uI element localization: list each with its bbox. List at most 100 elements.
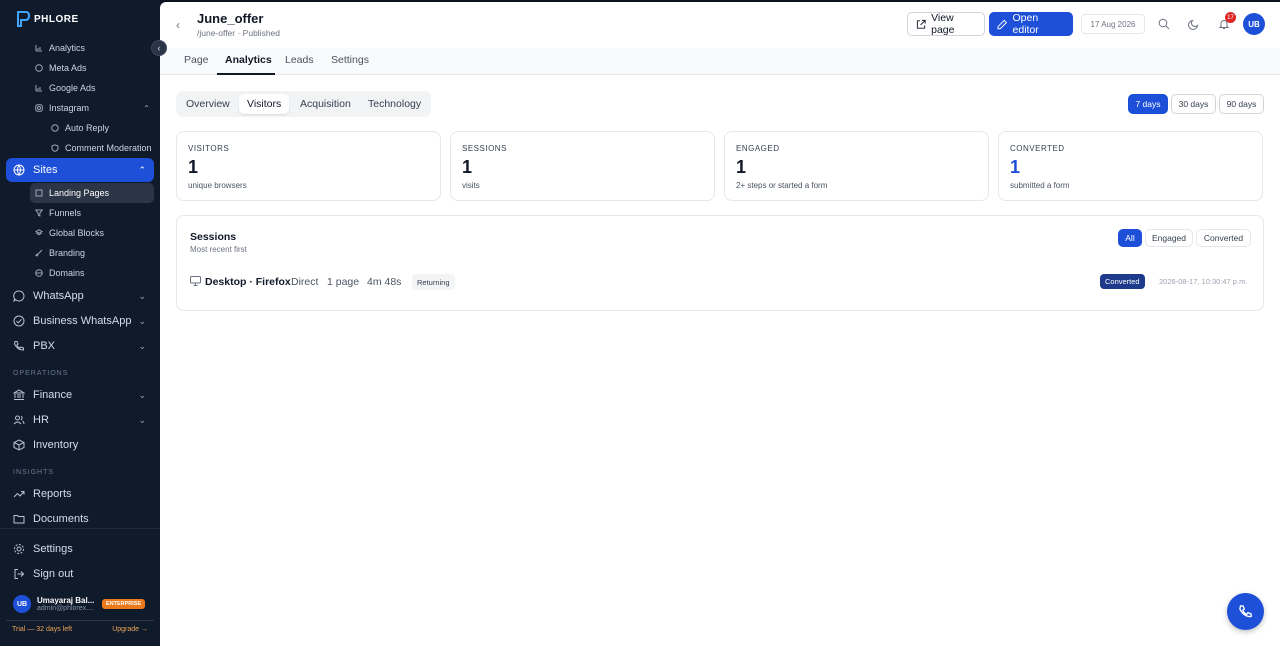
stat-card-converted: CONVERTED 1 submitted a form (998, 131, 1263, 201)
tab-settings[interactable]: Settings (331, 54, 369, 66)
sidebar: PHLORE ‹ Analytics Meta Ads Google Ads I… (0, 0, 167, 646)
sidebar-item-label: Branding (49, 248, 86, 258)
sidebar-item-sign-out[interactable]: Sign out (6, 562, 154, 586)
subtab-visitors[interactable]: Visitors (239, 94, 290, 114)
filter-converted-button[interactable]: Converted (1196, 229, 1251, 247)
stat-value: 1 (188, 157, 199, 177)
sidebar-item-label: Landing Pages (49, 188, 110, 198)
chevron-left-icon: ‹ (176, 18, 180, 32)
sidebar-item-business-whatsapp[interactable]: Business WhatsApp ⌄ (6, 309, 154, 333)
sidebar-item-label: Auto Reply (65, 123, 110, 133)
sessions-panel: Sessions Most recent first All Engaged C… (176, 215, 1264, 311)
subtab-technology[interactable]: Technology (360, 94, 429, 114)
range-30-days-button[interactable]: 30 days (1171, 94, 1216, 114)
sidebar-item-domains[interactable]: Domains (30, 263, 154, 283)
sidebar-item-label: Documents (33, 513, 89, 525)
chevron-down-icon: ⌄ (138, 340, 146, 351)
range-7-days-button[interactable]: 7 days (1128, 94, 1168, 114)
sidebar-item-whatsapp[interactable]: WhatsApp ⌄ (6, 284, 154, 308)
sidebar-item-settings[interactable]: Settings (6, 537, 154, 561)
page-title: June_offer (197, 11, 264, 26)
check-circle-icon (13, 315, 25, 327)
filter-all-button[interactable]: All (1118, 229, 1142, 247)
moon-icon[interactable] (1187, 17, 1201, 31)
sidebar-item-landing-pages[interactable]: Landing Pages (30, 183, 154, 203)
sidebar-item-label: Sign out (33, 568, 74, 580)
sidebar-item-reports[interactable]: Reports (6, 482, 154, 506)
sidebar-item-google-ads[interactable]: Google Ads (30, 78, 154, 98)
active-tab-indicator (217, 73, 275, 75)
sidebar-item-finance[interactable]: Finance ⌄ (6, 383, 154, 407)
instagram-icon (35, 104, 43, 112)
logo-text: PHLORE (34, 13, 79, 25)
brush-icon (35, 249, 43, 257)
sidebar-item-pbx[interactable]: PBX ⌄ (6, 334, 154, 358)
sidebar-item-comment-moderation[interactable]: Comment Moderation (46, 138, 154, 158)
tab-leads[interactable]: Leads (285, 54, 314, 66)
sidebar-item-funnels[interactable]: Funnels (30, 203, 154, 223)
sidebar-item-label: Google Ads (49, 83, 96, 93)
avatar: UB (13, 595, 31, 613)
logout-icon (13, 568, 25, 580)
subtab-overview[interactable]: Overview (178, 94, 238, 114)
analytics-subtabs: Overview Visitors Acquisition Technology (176, 91, 431, 117)
date-display: 17 Aug 2026 (1081, 14, 1145, 34)
sidebar-item-auto-reply[interactable]: Auto Reply (46, 118, 154, 138)
sidebar-item-label: Business WhatsApp (33, 315, 132, 327)
pencil-icon (997, 19, 1008, 29)
users-icon (13, 414, 25, 426)
notification-count-badge: 17 (1225, 12, 1236, 23)
sidebar-item-branding[interactable]: Branding (30, 243, 154, 263)
page-icon (35, 189, 43, 197)
chevron-down-icon: ⌄ (138, 414, 146, 425)
call-fab-button[interactable] (1227, 593, 1264, 630)
sidebar-item-label: Reports (33, 488, 72, 500)
sidebar-item-analytics[interactable]: Analytics (30, 38, 154, 58)
sidebar-item-instagram[interactable]: Instagram ⌃ (30, 98, 154, 118)
tab-analytics[interactable]: Analytics (225, 54, 272, 66)
tab-page[interactable]: Page (184, 54, 209, 66)
sidebar-item-global-blocks[interactable]: Global Blocks (30, 223, 154, 243)
trial-banner: Trial — 32 days left Upgrade → (6, 620, 154, 638)
status-badge: Converted (1100, 274, 1145, 289)
stat-hint: unique browsers (188, 181, 247, 190)
stat-card-visitors: VISITORS 1 unique browsers (176, 131, 441, 201)
sidebar-item-label: Meta Ads (49, 63, 87, 73)
avatar[interactable]: UB (1243, 13, 1265, 35)
sidebar-item-inventory[interactable]: Inventory (6, 433, 154, 457)
stat-value: 1 (462, 157, 473, 177)
trial-text: Trial — 32 days left (12, 626, 73, 633)
sidebar-item-hr[interactable]: HR ⌄ (6, 408, 154, 432)
sidebar-item-label: Sites (33, 164, 58, 176)
sidebar-item-label: Settings (33, 543, 73, 555)
stat-value: 1 (736, 157, 747, 177)
user-name: Umayaraj Bal... (37, 596, 95, 605)
stat-label: VISITORS (188, 144, 230, 153)
table-row[interactable]: Desktop · Firefox Direct 1 page 4m 48s R… (190, 272, 1250, 292)
collapse-sidebar-button[interactable]: ‹ (151, 40, 167, 56)
stat-label: CONVERTED (1010, 144, 1065, 153)
app-logo[interactable]: PHLORE (16, 10, 79, 28)
search-icon[interactable] (1157, 17, 1171, 31)
upgrade-link[interactable]: Upgrade → (112, 626, 148, 633)
open-editor-label: Open editor (1012, 12, 1039, 36)
back-button[interactable]: ‹ (176, 18, 180, 32)
sidebar-item-label: Global Blocks (49, 228, 105, 238)
funnel-icon (35, 209, 43, 217)
view-page-button[interactable]: View page (907, 12, 985, 36)
bank-icon (13, 389, 25, 401)
chevron-up-icon: ⌃ (138, 164, 146, 175)
filter-engaged-button[interactable]: Engaged (1145, 229, 1193, 247)
open-editor-button[interactable]: Open editor (989, 12, 1073, 36)
bar-chart-icon (35, 84, 43, 92)
sidebar-item-label: WhatsApp (33, 290, 84, 302)
range-90-days-button[interactable]: 90 days (1219, 94, 1264, 114)
subtab-acquisition[interactable]: Acquisition (292, 94, 359, 114)
globe-icon (35, 269, 43, 277)
sidebar-item-meta-ads[interactable]: Meta Ads (30, 58, 154, 78)
user-profile[interactable]: UB Umayaraj Bal... admin@phlorex.... ENT… (6, 591, 154, 617)
section-header-operations: OPERATIONS (13, 370, 69, 377)
sidebar-item-sites[interactable]: Sites ⌃ (6, 158, 154, 182)
box-icon (13, 439, 25, 451)
main-content: ‹ June_offer /june-offer · Published Vie… (160, 2, 1280, 646)
